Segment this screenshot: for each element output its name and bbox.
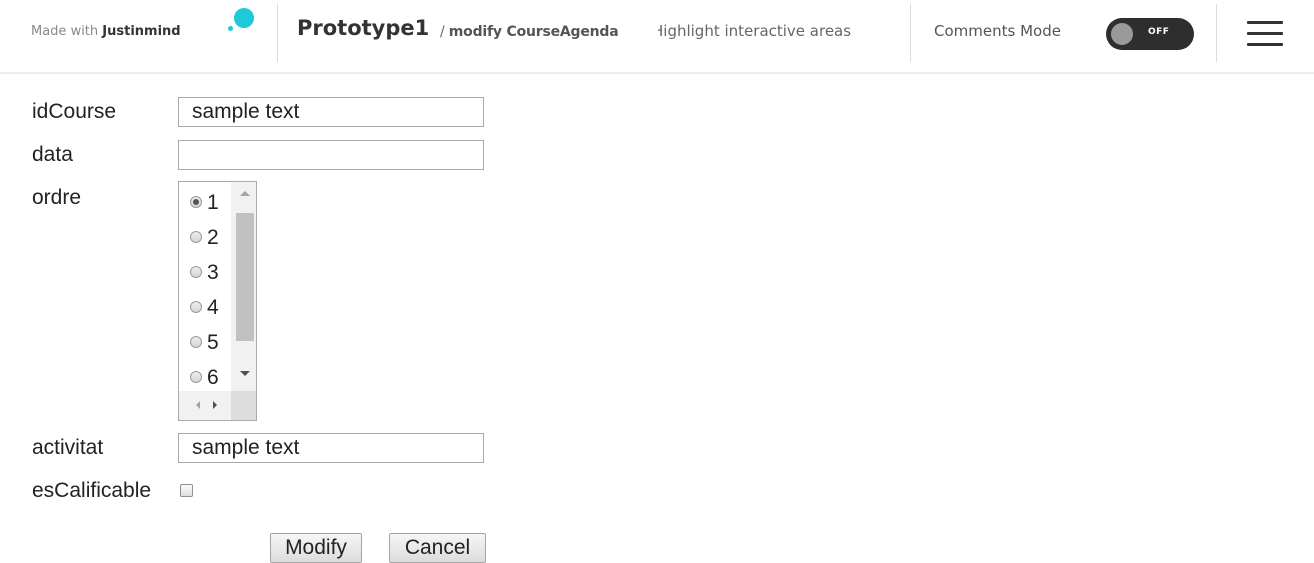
ordre-option[interactable]: 4 [190, 293, 234, 323]
radio-selected-icon[interactable] [190, 196, 202, 208]
ordre-option-label: 2 [207, 226, 219, 249]
breadcrumb: / modify CourseAgenda [440, 24, 619, 40]
horizontal-scrollbar[interactable] [179, 391, 231, 420]
cancel-button[interactable]: Cancel [389, 533, 486, 563]
scroll-up-arrow-icon[interactable] [240, 191, 250, 196]
highlight-hint-text: Highlight interactive areas [658, 22, 852, 40]
data-input[interactable] [178, 140, 484, 170]
radio-icon[interactable] [190, 231, 202, 243]
justinmind-brand: Justinmind [102, 24, 181, 39]
ordre-option[interactable]: 6 [190, 363, 234, 393]
toggle-knob [1111, 23, 1133, 45]
comments-mode-label: Comments Mode [934, 22, 1061, 40]
made-with-prefix: Made with [31, 24, 103, 39]
radio-icon[interactable] [190, 371, 202, 383]
radio-icon[interactable] [190, 336, 202, 348]
comments-mode-toggle[interactable]: OFF [1106, 18, 1194, 50]
scrollbar-thumb[interactable] [236, 213, 254, 341]
toolbar-divider [277, 4, 278, 62]
activitat-label: activitat [32, 436, 104, 459]
breadcrumb-separator: / [440, 24, 445, 40]
scrollbar-corner [231, 391, 256, 420]
ordre-option[interactable]: 5 [190, 328, 234, 358]
ordre-option-label: 6 [207, 366, 219, 389]
data-label: data [32, 143, 73, 166]
ordre-option-label: 1 [207, 191, 219, 214]
toolbar-divider [910, 4, 911, 62]
justinmind-logo-icon [234, 8, 254, 28]
ordre-option[interactable]: 1 [190, 188, 234, 218]
activitat-input[interactable] [178, 433, 484, 463]
toggle-state-text: OFF [1148, 27, 1170, 37]
ordre-option-label: 5 [207, 331, 219, 354]
modify-button[interactable]: Modify [270, 533, 362, 563]
made-with-justinmind-link[interactable]: Made with Justinmind [31, 24, 181, 39]
vertical-scrollbar[interactable] [231, 182, 256, 391]
ordre-option[interactable]: 3 [190, 258, 234, 288]
toolbar-divider [1216, 4, 1217, 62]
scroll-left-arrow-icon[interactable] [196, 401, 200, 409]
radio-icon[interactable] [190, 266, 202, 278]
idcourse-input[interactable] [178, 97, 484, 127]
justinmind-logo-dot-icon [228, 26, 233, 31]
ordre-radio-list: 1 2 3 4 5 6 [178, 181, 257, 421]
ordre-label: ordre [32, 186, 82, 209]
escalificable-label: esCalificable [32, 479, 152, 502]
current-page-name: modify CourseAgenda [448, 24, 619, 40]
highlight-interactive-areas-link[interactable]: Highlight interactive areas [658, 22, 888, 40]
scroll-right-arrow-icon[interactable] [213, 401, 217, 409]
escalificable-checkbox[interactable] [180, 484, 193, 497]
radio-icon[interactable] [190, 301, 202, 313]
idcourse-label: idCourse [32, 100, 117, 123]
project-title: Prototype1 [297, 16, 430, 40]
ordre-option[interactable]: 2 [190, 223, 234, 253]
prototype-toolbar: Made with Justinmind Prototype1 / modify… [0, 0, 1314, 74]
hamburger-menu-icon[interactable] [1247, 21, 1283, 47]
ordre-option-label: 4 [207, 296, 219, 319]
scroll-down-arrow-icon[interactable] [240, 371, 250, 376]
ordre-option-label: 3 [207, 261, 219, 284]
